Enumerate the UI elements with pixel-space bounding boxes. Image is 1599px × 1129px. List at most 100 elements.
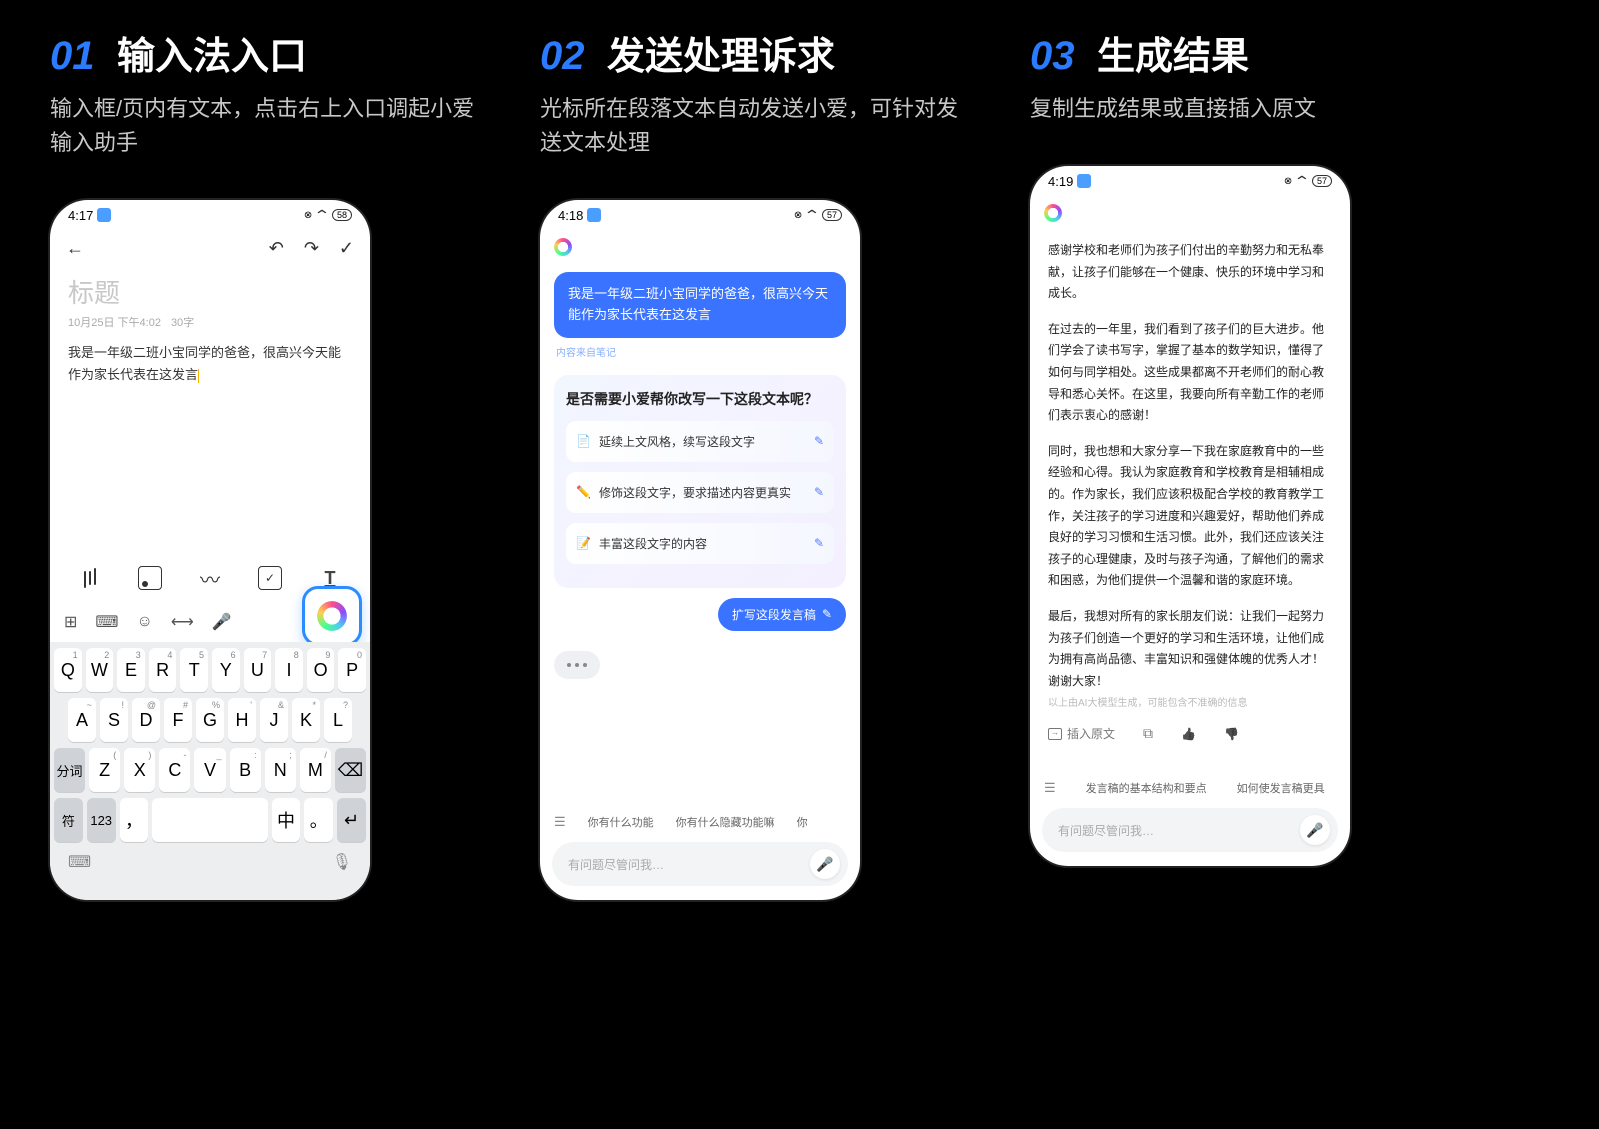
- key-W[interactable]: W2: [86, 648, 114, 692]
- note-title-placeholder[interactable]: 标题: [50, 267, 370, 310]
- cloud-icon: [1077, 174, 1091, 188]
- key-E[interactable]: E3: [117, 648, 145, 692]
- key-F[interactable]: F#: [164, 698, 192, 742]
- key-T[interactable]: T5: [180, 648, 208, 692]
- step-2-desc: 光标所在段落文本自动发送小爱，可针对发送文本处理: [540, 92, 970, 160]
- key-符[interactable]: 符: [54, 798, 83, 842]
- emoji-icon[interactable]: ☺: [137, 613, 153, 631]
- expand-chip[interactable]: 扩写这段发言稿 ✎: [718, 598, 846, 631]
- gen-para: 最后，我想对所有的家长朋友们说：让我们一起努力为孩子们创造一个更好的学习和生活环…: [1048, 606, 1332, 690]
- key-L[interactable]: L?: [324, 698, 352, 742]
- edit-icon[interactable]: ✎: [814, 485, 824, 499]
- clock: 4:17: [68, 208, 93, 223]
- suggestion-chip[interactable]: 如何使发言稿更具: [1237, 780, 1325, 796]
- wifi-icon: [1296, 173, 1308, 190]
- option-text: 修饰这段文字，要求描述内容更真实: [599, 484, 791, 501]
- key-K[interactable]: K*: [292, 698, 320, 742]
- step-2-number: 02: [540, 34, 585, 79]
- key-Y[interactable]: Y6: [212, 648, 240, 692]
- key-R[interactable]: R4: [149, 648, 177, 692]
- redo-icon[interactable]: ↷: [304, 238, 319, 259]
- key-N[interactable]: N;: [265, 748, 296, 792]
- key-M[interactable]: M/: [300, 748, 331, 792]
- edit-icon: ✎: [822, 607, 832, 621]
- key-V[interactable]: V_: [194, 748, 225, 792]
- tutorial-wrapper: 01 输入法入口 输入框/页内有文本，点击右上入口调起小爱输入助手 4:17 ⊗…: [0, 0, 1599, 1129]
- rewrite-option[interactable]: ✏️修饰这段文字，要求描述内容更真实✎: [566, 472, 834, 513]
- key-D[interactable]: D@: [132, 698, 160, 742]
- keyboard-collapse-icon[interactable]: ⌨: [68, 852, 91, 872]
- key-S[interactable]: S!: [100, 698, 128, 742]
- confirm-icon[interactable]: ✓: [339, 238, 354, 259]
- checklist-icon[interactable]: [258, 566, 282, 590]
- battery-badge: 57: [822, 209, 842, 221]
- drawing-icon[interactable]: [198, 566, 222, 590]
- undo-icon[interactable]: ↶: [269, 238, 284, 259]
- key-，[interactable]: ，: [120, 798, 149, 842]
- generated-text[interactable]: 感谢学校和老师们为孩子们付出的辛勤努力和无私奉献，让孩子们能够在一个健康、快乐的…: [1030, 230, 1350, 690]
- suggestion-icon[interactable]: ☰: [554, 814, 566, 830]
- insert-button[interactable]: 插入原文: [1048, 725, 1115, 742]
- clock: 4:19: [1048, 174, 1073, 189]
- key-U[interactable]: U7: [244, 648, 272, 692]
- suggestion-chip[interactable]: 发言稿的基本结构和要点: [1086, 780, 1207, 796]
- cloud-icon: [587, 208, 601, 222]
- key-P[interactable]: P0: [338, 648, 366, 692]
- thumbs-down-icon[interactable]: [1224, 725, 1239, 742]
- insert-icon: [1048, 728, 1062, 740]
- apps-icon[interactable]: ⊞: [64, 612, 77, 632]
- ai-sheet-header: [540, 230, 860, 264]
- suggestion-chip[interactable]: 你有什么隐藏功能嘛: [676, 814, 775, 830]
- key-Q[interactable]: Q1: [54, 648, 82, 692]
- key-space[interactable]: [152, 798, 267, 842]
- mic-button[interactable]: 🎤: [1300, 815, 1330, 845]
- cloud-icon: [97, 208, 111, 222]
- key-X[interactable]: X): [124, 748, 155, 792]
- key-J[interactable]: J&: [260, 698, 288, 742]
- key-H[interactable]: H': [228, 698, 256, 742]
- key-dark enter[interactable]: [337, 798, 366, 842]
- mic-icon[interactable]: 🎤: [212, 612, 232, 632]
- key-123[interactable]: 123: [87, 798, 116, 842]
- key-O[interactable]: O9: [307, 648, 335, 692]
- back-icon[interactable]: ←: [66, 238, 84, 259]
- chat-input[interactable]: 有问题尽管问我… 🎤: [552, 842, 848, 886]
- suggestion-chip[interactable]: 你有什么功能: [588, 814, 654, 830]
- copy-icon[interactable]: [1143, 725, 1153, 742]
- thumbs-up-icon[interactable]: [1181, 725, 1196, 742]
- keyboard-icon[interactable]: ⌨: [95, 612, 118, 632]
- voice-input-icon[interactable]: [78, 566, 102, 590]
- gen-para: 同时，我也想和大家分享一下我在家庭教育中的一些经验和心得。我认为家庭教育和学校教…: [1048, 441, 1332, 592]
- ai-sheet-header: [1030, 196, 1350, 230]
- suggestions-row: ☰ 发言稿的基本结构和要点 如何使发言稿更具: [1030, 780, 1350, 796]
- rewrite-option[interactable]: 📄延续上文风格，续写这段文字✎: [566, 421, 834, 462]
- key-I[interactable]: I8: [275, 648, 303, 692]
- key-中[interactable]: 中: [272, 798, 301, 842]
- key-Z[interactable]: Z(: [89, 748, 120, 792]
- key-。[interactable]: 。: [304, 798, 333, 842]
- step-2-column: 02 发送处理诉求 光标所在段落文本自动发送小爱，可针对发送文本处理 4:18 …: [540, 25, 970, 1079]
- suggestion-chip[interactable]: 你: [797, 814, 808, 830]
- mic-button[interactable]: 🎤: [810, 849, 840, 879]
- key-G[interactable]: G%: [196, 698, 224, 742]
- keyboard-mic-icon[interactable]: 🎙: [332, 852, 352, 872]
- key-A[interactable]: A~: [68, 698, 96, 742]
- key-dark bsp[interactable]: [335, 748, 366, 792]
- option-icon: 📝: [576, 536, 591, 550]
- step-3-column: 03 生成结果 复制生成结果或直接插入原文 4:19 ⊗ 57 感谢学校和老师: [1030, 25, 1460, 1079]
- cursor-icon[interactable]: ⟷: [171, 612, 194, 632]
- edit-icon[interactable]: ✎: [814, 536, 824, 550]
- key-C[interactable]: C-: [159, 748, 190, 792]
- edit-icon[interactable]: ✎: [814, 434, 824, 448]
- note-toolbar: ← ↶ ↷ ✓: [50, 230, 370, 267]
- key-B[interactable]: B:: [230, 748, 261, 792]
- wifi-icon: [806, 207, 818, 224]
- rewrite-option[interactable]: 📝丰富这段文字的内容✎: [566, 523, 834, 564]
- note-body[interactable]: 我是一年级二班小宝同学的爸爸，很高兴今天能作为家长代表在这发言: [50, 342, 370, 386]
- suggestion-icon[interactable]: ☰: [1044, 780, 1056, 796]
- image-insert-icon[interactable]: [138, 566, 162, 590]
- option-icon: 📄: [576, 434, 591, 448]
- key-分词[interactable]: 分词: [54, 748, 85, 792]
- status-bar: 4:19 ⊗ 57: [1030, 166, 1350, 196]
- chat-input[interactable]: 有问题尽管问我… 🎤: [1042, 808, 1338, 852]
